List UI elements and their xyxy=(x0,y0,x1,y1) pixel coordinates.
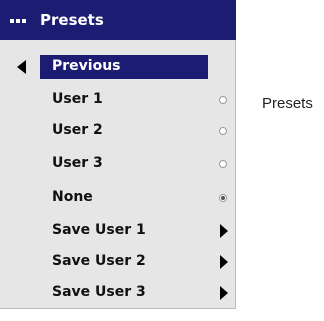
menu-dots-icon xyxy=(10,19,26,23)
menu-item-user-3[interactable]: User 3 xyxy=(0,149,236,179)
menu-item-label: Save User 3 xyxy=(52,284,146,300)
submenu-arrow-icon[interactable] xyxy=(220,224,228,238)
previous-row[interactable]: Previous xyxy=(0,52,236,82)
menu-item-label: User 3 xyxy=(52,155,103,171)
radio-user-3[interactable] xyxy=(219,160,227,168)
menu-item-label: Save User 1 xyxy=(52,222,146,238)
menu-item-save-user-2[interactable]: Save User 2 xyxy=(0,247,236,277)
radio-none[interactable] xyxy=(219,194,227,202)
radio-user-2[interactable] xyxy=(219,127,227,135)
back-arrow-icon[interactable] xyxy=(17,60,26,74)
menu-header: Presets xyxy=(0,0,236,40)
menu-item-label: User 2 xyxy=(52,122,103,138)
menu-item-user-1[interactable]: User 1 xyxy=(0,85,236,115)
menu-item-none[interactable]: None xyxy=(0,183,236,213)
menu-item-save-user-1[interactable]: Save User 1 xyxy=(0,216,236,246)
menu-item-label: None xyxy=(52,189,93,205)
menu-item-save-user-3[interactable]: Save User 3 xyxy=(0,278,236,308)
presets-menu: Presets Previous User 1 User 2 User 3 No… xyxy=(0,0,236,309)
previous-label: Previous xyxy=(52,58,121,74)
menu-item-label: User 1 xyxy=(52,91,103,107)
submenu-arrow-icon[interactable] xyxy=(220,255,228,269)
radio-user-1[interactable] xyxy=(219,96,227,104)
menu-item-user-2[interactable]: User 2 xyxy=(0,116,236,146)
menu-title: Presets xyxy=(40,11,104,29)
previous-button[interactable]: Previous xyxy=(40,55,208,79)
menu-item-label: Save User 2 xyxy=(52,253,146,269)
figure-caption: Presets xyxy=(262,95,313,112)
submenu-arrow-icon[interactable] xyxy=(220,286,228,300)
